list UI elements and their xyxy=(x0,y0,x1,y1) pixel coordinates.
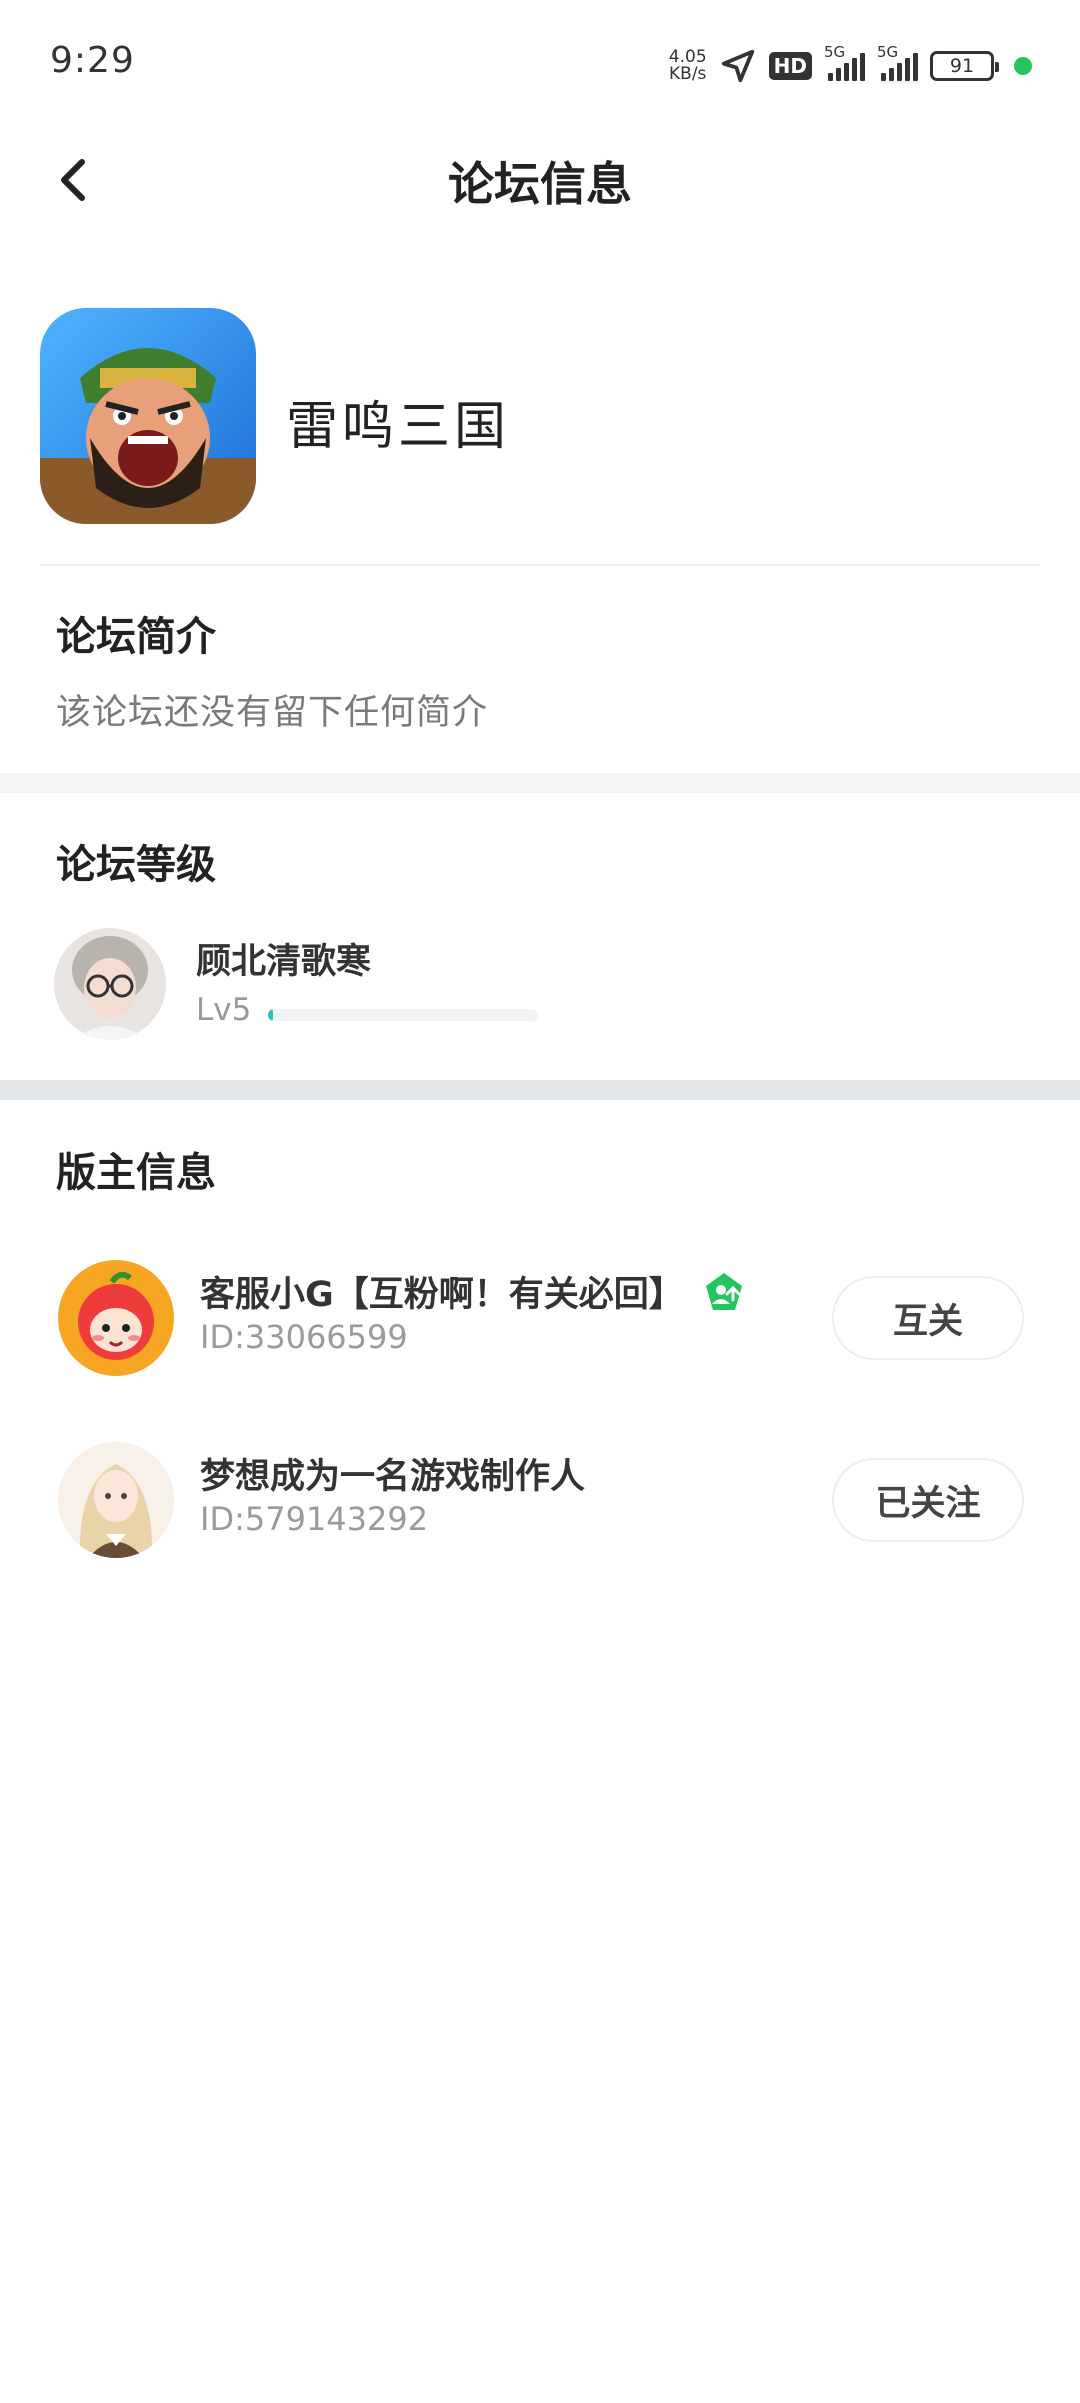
sim2-network-type: 5G xyxy=(877,43,899,61)
top-navigation-bar: 论坛信息 xyxy=(0,130,1080,230)
mutual-follow-button[interactable]: 互关 xyxy=(832,1276,1024,1360)
forum-header-card: 雷鸣三国 xyxy=(40,308,1040,566)
moderator-badge-icon xyxy=(705,1272,742,1310)
moderator-name: 梦想成为一名游戏制作人 xyxy=(200,1448,585,1499)
level-progress-bar xyxy=(268,1009,538,1021)
forum-intro-text: 该论坛还没有留下任何简介 xyxy=(56,693,489,733)
level-label: Lv5 xyxy=(196,992,252,1028)
moderator-id: ID:33066599 xyxy=(200,1318,408,1356)
forum-game-icon xyxy=(40,308,256,524)
following-button[interactable]: 已关注 xyxy=(832,1458,1024,1542)
user-avatar[interactable] xyxy=(54,928,166,1040)
network-speed: 4.05 KB/s xyxy=(669,49,707,83)
signal-strength-icon-sim2: 5G xyxy=(877,43,918,81)
status-time: 9:29 xyxy=(50,40,135,81)
level-username: 顾北清歌寒 xyxy=(196,942,372,982)
level-progress-fill xyxy=(268,1009,274,1021)
sim1-network-type: 5G xyxy=(824,43,846,61)
status-icons: 4.05 KB/s HD 5G 5G 91 xyxy=(669,43,1032,88)
location-arrow-icon xyxy=(721,49,754,83)
moderator-row[interactable]: 梦想成为一名游戏制作人 ID:579143292 已关注 xyxy=(0,1430,1080,1570)
moderator-name-text: 梦想成为一名游戏制作人 xyxy=(200,1457,586,1497)
moderator-avatar[interactable] xyxy=(58,1442,174,1558)
moderator-name-text: 客服小G【互粉啊！有关必回】 xyxy=(200,1275,684,1315)
battery-level: 91 xyxy=(949,55,975,77)
section-divider xyxy=(0,773,1080,793)
hd-voice-icon: HD xyxy=(768,52,812,80)
section-divider xyxy=(0,1080,1080,1100)
page-title: 论坛信息 xyxy=(448,157,632,211)
status-bar: 9:29 4.05 KB/s HD 5G 5G 91 xyxy=(0,0,1080,130)
moderator-info-title: 版主信息 xyxy=(56,1150,216,1196)
moderator-name: 客服小G【互粉啊！有关必回】 xyxy=(200,1266,746,1317)
battery-icon: 91 xyxy=(930,51,999,81)
forum-level-title: 论坛等级 xyxy=(56,842,216,888)
privacy-indicator-dot xyxy=(1014,57,1032,75)
forum-name: 雷鸣三国 xyxy=(286,397,511,457)
moderator-id: ID:579143292 xyxy=(200,1500,429,1538)
moderator-avatar[interactable] xyxy=(58,1260,174,1376)
forum-intro-title: 论坛简介 xyxy=(56,614,216,660)
network-speed-unit: KB/s xyxy=(669,64,707,84)
moderator-row[interactable]: 客服小G【互粉啊！有关必回】 ID:33066599 互关 xyxy=(0,1248,1080,1388)
signal-strength-icon-sim1: 5G xyxy=(824,43,865,81)
